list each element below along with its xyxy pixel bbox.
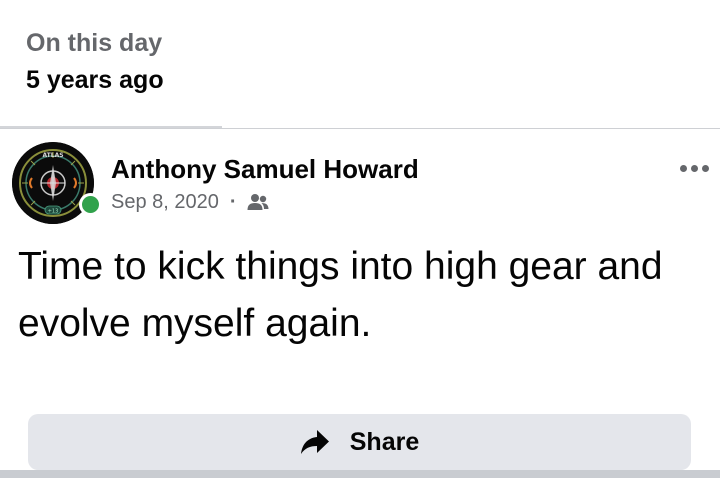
- avatar-logo-text: ATLAS: [42, 152, 63, 159]
- post-text: Time to kick things into high gear and e…: [18, 245, 663, 345]
- memory-years-ago: 5 years ago: [26, 66, 164, 94]
- share-label: Share: [349, 428, 420, 456]
- post-meta: Sep 8, 2020 ·: [111, 190, 270, 214]
- more-horizontal-icon: [679, 164, 687, 172]
- post-date[interactable]: Sep 8, 2020: [111, 190, 219, 214]
- share-arrow-icon: [300, 430, 329, 454]
- avatar-badge-text: +13: [48, 209, 59, 215]
- share-button[interactable]: Share: [28, 414, 691, 470]
- more-dot: [701, 164, 709, 172]
- more-options-button[interactable]: [674, 156, 714, 180]
- friends-icon[interactable]: [246, 193, 270, 211]
- online-status-indicator: [79, 193, 102, 216]
- header-divider: [0, 128, 720, 129]
- meta-separator: ·: [229, 191, 237, 213]
- author-name[interactable]: Anthony Samuel Howard: [111, 153, 419, 185]
- bottom-separator: [0, 470, 720, 478]
- memory-header: On this day 5 years ago: [26, 28, 164, 95]
- memory-label: On this day: [26, 29, 163, 57]
- more-dot: [690, 164, 698, 172]
- memory-post-card: On this day 5 years ago ATLAS +13 Anthon…: [0, 0, 720, 478]
